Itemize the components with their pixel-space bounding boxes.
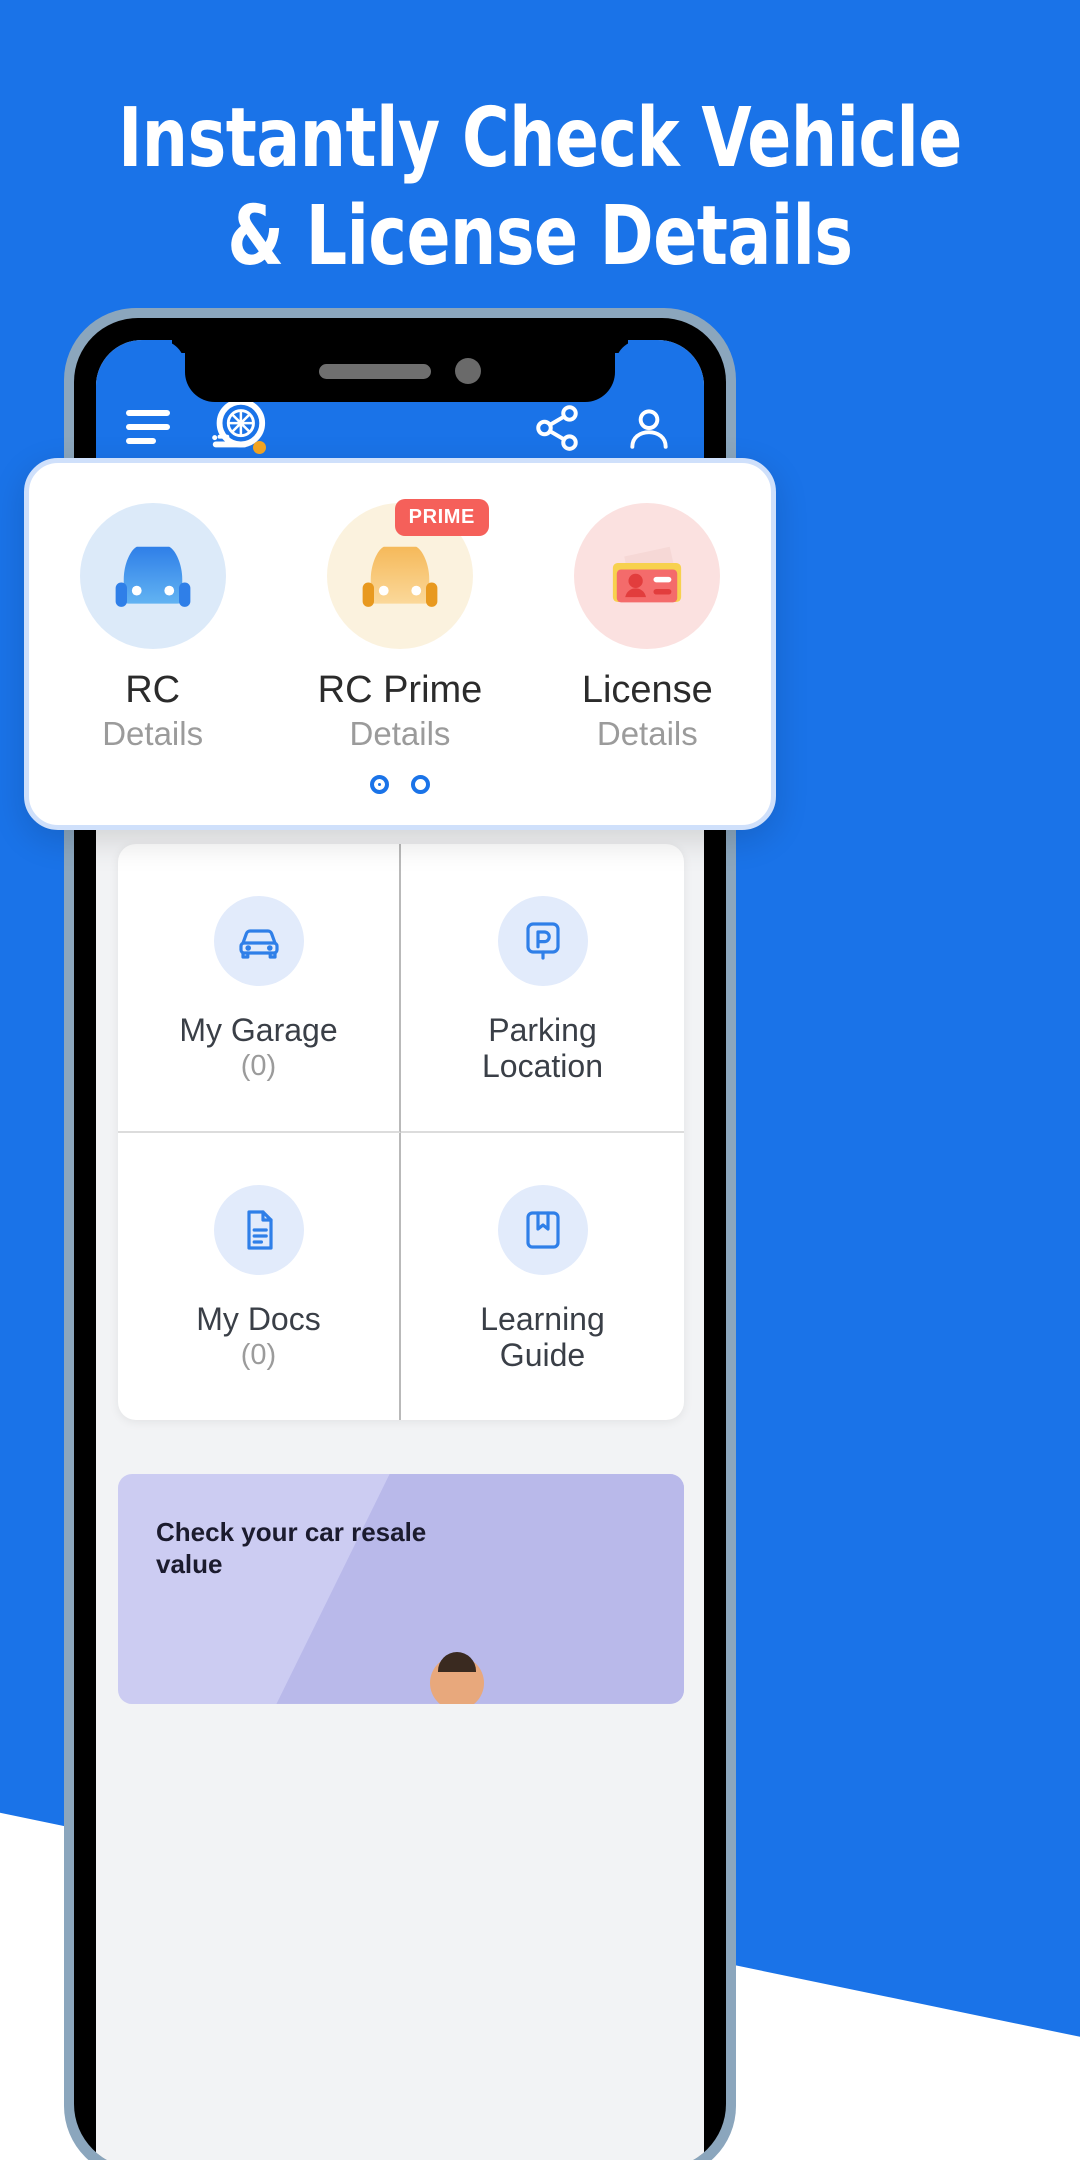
utility-count: (0): [240, 1339, 277, 1372]
utility-my-docs[interactable]: My Docs (0): [118, 1132, 401, 1420]
promo-headline: Instantly Check Vehicle & License Detail…: [65, 98, 1015, 278]
banner-avatar: [430, 1651, 484, 1704]
utilities-grid: My Garage (0) Parking Location My Docs (…: [118, 844, 684, 1420]
utility-parking-location[interactable]: Parking Location: [401, 844, 684, 1133]
utility-label: My Docs: [196, 1300, 321, 1337]
feature-subtitle: Details: [596, 714, 698, 752]
license-icon-circle: [574, 503, 721, 649]
banner-line-1: Check your car resale: [156, 1516, 427, 1547]
tyre-wheel-logo-icon: [206, 396, 268, 458]
feature-item-rc[interactable]: RC Details: [33, 503, 273, 753]
headline-line-1: Instantly Check Vehicle: [118, 91, 962, 186]
utility-label-line1: Learning: [480, 1300, 605, 1337]
feature-title: License: [581, 669, 713, 711]
person-icon[interactable]: [624, 403, 674, 458]
utility-my-garage[interactable]: My Garage (0): [118, 844, 401, 1133]
earpiece-speaker-icon: [319, 363, 431, 379]
carousel-pagination: [370, 774, 430, 794]
car-front-orange-icon: [362, 546, 438, 607]
banner-text: Check your car resale value: [118, 1474, 448, 1581]
phone-notch: [185, 340, 615, 402]
pagination-dot-active[interactable]: [370, 774, 389, 794]
feature-subtitle: Details: [349, 714, 451, 752]
book-bookmark-icon: [497, 1184, 588, 1275]
utility-label: Parking Location: [482, 1012, 603, 1085]
banner-line-2: value: [156, 1549, 223, 1580]
utility-count: (0): [240, 1050, 277, 1083]
parking-pin-icon: [497, 896, 588, 986]
prime-badge: PRIME: [394, 499, 489, 536]
feature-row: RC Details PRIME RC Prime Details Licens…: [29, 499, 771, 753]
car-front-blue-icon: [115, 546, 191, 607]
feature-item-license[interactable]: License Details: [527, 503, 767, 753]
feature-title: RC Prime: [317, 669, 483, 711]
id-card-red-icon: [613, 546, 682, 603]
logo-accent-dot-icon: [253, 441, 266, 454]
promo-screenshot: Instantly Check Vehicle & License Detail…: [0, 0, 1080, 2160]
pagination-dot[interactable]: [411, 774, 430, 794]
feature-title: RC: [125, 669, 181, 711]
rc-prime-icon-circle: PRIME: [326, 499, 489, 649]
resale-value-banner[interactable]: Check your car resale value: [118, 1473, 684, 1704]
front-camera-icon: [455, 358, 481, 384]
feature-card: RC Details PRIME RC Prime Details Licens…: [24, 458, 776, 830]
utility-label: My Garage: [179, 1012, 338, 1048]
utility-label: Learning Guide: [480, 1301, 605, 1374]
feature-item-rc-prime[interactable]: PRIME RC Prime Details: [280, 499, 520, 753]
utility-label-line1: Parking: [488, 1012, 597, 1048]
utility-learning-guide[interactable]: Learning Guide: [401, 1133, 684, 1420]
feature-subtitle: Details: [102, 714, 204, 752]
hamburger-icon[interactable]: [126, 410, 170, 444]
utility-label-line2: Location: [482, 1048, 603, 1085]
utility-label-line2: Guide: [499, 1337, 586, 1374]
document-icon: [213, 1184, 304, 1275]
rc-icon-circle: [79, 503, 226, 649]
share-icon[interactable]: [532, 403, 582, 458]
headline-line-2: & License Details: [227, 189, 853, 284]
utilities-section: Utilities: [96, 722, 704, 1704]
car-front-icon: [213, 896, 304, 986]
